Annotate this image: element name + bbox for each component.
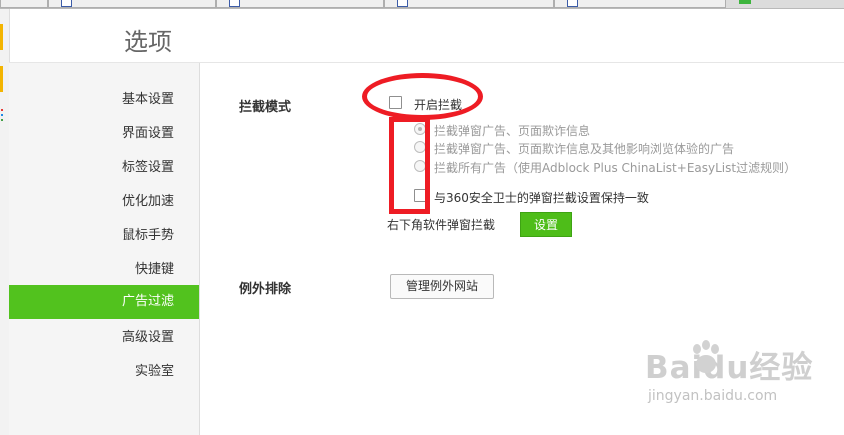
- sidebar-item-speedup[interactable]: 优化加速: [9, 185, 199, 219]
- mode-label-popup[interactable]: 拦截弹窗广告、页面欺诈信息: [434, 122, 590, 139]
- folder-icon[interactable]: [0, 24, 3, 50]
- page-icon: [567, 0, 578, 7]
- sidebar-item-ad-filter[interactable]: 广告过滤: [9, 285, 199, 319]
- popup-settings-button[interactable]: 设置: [520, 212, 572, 237]
- page-title: 选项: [124, 28, 172, 56]
- options-sidebar: 基本设置 界面设置 标签设置 优化加速 鼠标手势 快捷键 广告过滤 高级设置 实…: [9, 63, 200, 435]
- mode-label-popup-and-more[interactable]: 拦截弹窗广告、页面欺诈信息及其他影响浏览体验的广告: [434, 140, 734, 157]
- baidu-watermark: Baidu经验 jingyan.baidu.com: [645, 340, 835, 414]
- folder-icon[interactable]: [0, 66, 3, 92]
- browser-tab[interactable]: [554, 0, 726, 8]
- page-icon: [229, 0, 240, 7]
- sidebar-item-basic[interactable]: 基本设置: [9, 83, 199, 117]
- mode-label-all[interactable]: 拦截所有广告（使用Adblock Plus ChinaList+EasyList…: [434, 159, 796, 176]
- manage-exceptions-button[interactable]: 管理例外网站: [390, 274, 494, 299]
- sidebar-item-mouse-gestures[interactable]: 鼠标手势: [9, 219, 199, 253]
- browser-tab[interactable]: [384, 0, 554, 8]
- sidebar-item-tabs[interactable]: 标签设置: [9, 151, 199, 185]
- sidebar-item-lab[interactable]: 实验室: [9, 355, 199, 389]
- app-icon[interactable]: [1, 114, 3, 116]
- active-tab-indicator: [739, 0, 751, 4]
- page-icon: [397, 0, 408, 7]
- app-icon[interactable]: [1, 119, 3, 121]
- watermark-logo: Baidu经验: [645, 350, 814, 386]
- exceptions-label: 例外排除: [239, 282, 292, 297]
- sidebar-item-shortcuts[interactable]: 快捷键: [9, 253, 199, 287]
- browser-tab[interactable]: [0, 0, 48, 8]
- sync-360-label[interactable]: 与360安全卫士的弹窗拦截设置保持一致: [434, 189, 649, 206]
- browser-tab[interactable]: [48, 0, 216, 8]
- paw-icon: [693, 340, 719, 373]
- browser-tab[interactable]: [216, 0, 384, 8]
- watermark-url: jingyan.baidu.com: [648, 388, 778, 404]
- blocking-mode-label: 拦截模式: [239, 100, 292, 115]
- annotation-ellipse: [362, 73, 483, 120]
- popup-blocking-label: 右下角软件弹窗拦截: [387, 218, 496, 232]
- sidebar-item-interface[interactable]: 界面设置: [9, 117, 199, 151]
- sidebar-item-advanced[interactable]: 高级设置: [9, 321, 199, 355]
- browser-tab-strip: [0, 0, 844, 9]
- annotation-rectangle: [389, 117, 430, 214]
- page-icon: [61, 0, 72, 7]
- app-icon[interactable]: [1, 109, 3, 111]
